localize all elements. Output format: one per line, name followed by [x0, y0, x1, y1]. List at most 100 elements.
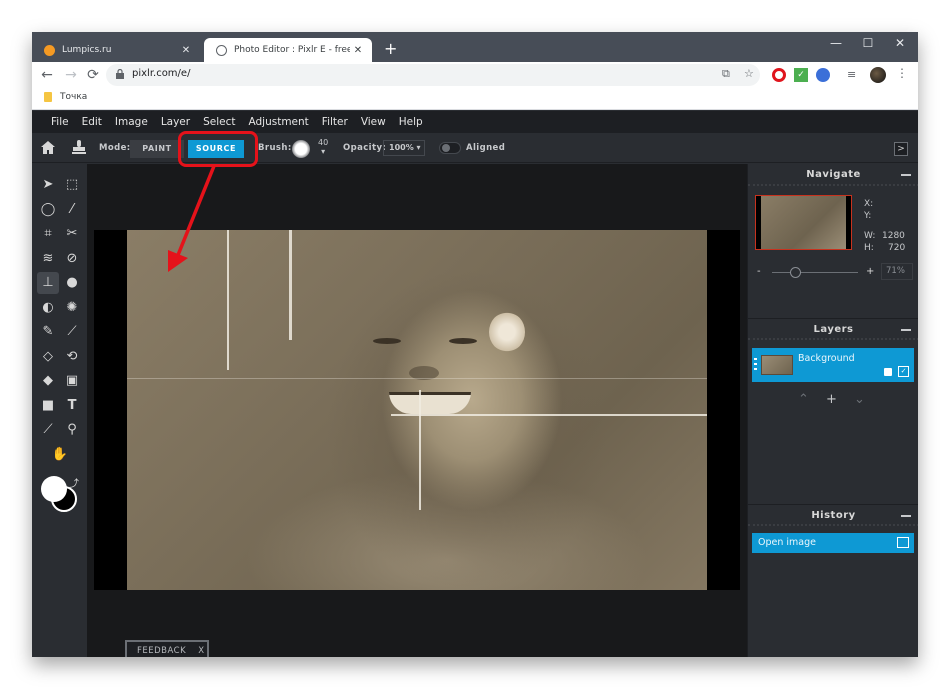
sponge-icon[interactable]: ✺ [61, 297, 83, 319]
replace-color-icon[interactable]: ⟲ [61, 346, 83, 368]
opera-extension-icon[interactable] [772, 68, 786, 82]
pen-icon[interactable]: ✎ [37, 321, 59, 343]
home-icon[interactable] [41, 141, 55, 154]
menu-filter[interactable]: Filter [322, 116, 348, 128]
bookmark-star-icon[interactable]: ☆ [744, 67, 754, 80]
brush-icon[interactable]: ⟋ [61, 321, 83, 343]
navigator-thumbnail[interactable] [755, 195, 852, 250]
move-layer-up-icon[interactable]: ⌃ [798, 392, 809, 407]
url-text[interactable]: pixlr.com/e/ [132, 68, 190, 79]
history-item[interactable]: Open image [752, 533, 914, 553]
swap-colors-icon[interactable]: ⤴ [69, 475, 79, 490]
zoom-slider[interactable] [772, 272, 858, 273]
chevron-down-icon: ▾ [416, 143, 421, 152]
scratch [227, 230, 229, 370]
menu-help[interactable]: Help [399, 116, 423, 128]
history-title: History [811, 510, 856, 521]
collapse-icon[interactable] [901, 174, 911, 176]
navigate-panel-header: Navigate [748, 164, 918, 186]
zoom-in-button[interactable]: + [866, 266, 874, 277]
tab-pixlr[interactable]: Photo Editor : Pixlr E - free image ✕ [204, 38, 372, 62]
brush-size-control[interactable]: 40 ▾ [318, 138, 328, 156]
crop-icon[interactable]: ⌗ [37, 223, 59, 245]
feedback-button[interactable]: FEEDBACK X [125, 640, 209, 657]
blur-icon[interactable]: ● [61, 272, 83, 294]
dodge-burn-icon[interactable]: ◐ [37, 297, 59, 319]
hand-icon[interactable]: ✋ [49, 444, 71, 466]
menu-edit[interactable]: Edit [82, 116, 102, 128]
lock-icon[interactable] [884, 368, 892, 376]
back-button[interactable]: ← [38, 66, 56, 84]
eraser-icon[interactable]: ◇ [37, 346, 59, 368]
address-bar[interactable]: pixlr.com/e/ ⧉ ☆ [106, 64, 760, 86]
cut-icon[interactable]: ✂ [61, 223, 83, 245]
clone-stamp-icon[interactable]: ⊥ [37, 272, 59, 294]
menu-layer[interactable]: Layer [161, 116, 190, 128]
tab-lumpics[interactable]: Lumpics.ru ✕ [32, 38, 200, 62]
scratch [289, 230, 292, 340]
add-layer-icon[interactable]: + [826, 392, 837, 407]
vpn-extension-icon[interactable] [816, 68, 830, 82]
menu-image[interactable]: Image [115, 116, 148, 128]
zoom-slider-handle[interactable] [790, 267, 801, 278]
media-control-icon[interactable]: ≡ [847, 68, 861, 82]
menu-select[interactable]: Select [203, 116, 235, 128]
image-canvas[interactable] [127, 230, 707, 590]
feedback-label: FEEDBACK [137, 646, 187, 656]
lock-icon [116, 69, 124, 79]
visibility-checkbox-icon[interactable]: ✓ [898, 366, 909, 377]
eyedropper-icon[interactable]: ⟋ [37, 419, 59, 441]
fill-icon[interactable]: ◆ [37, 370, 59, 392]
checkmark-extension-icon[interactable]: ✓ [794, 68, 808, 82]
menu-file[interactable]: File [51, 116, 69, 128]
heal-icon[interactable]: ⊘ [61, 248, 83, 270]
drag-handle-icon[interactable] [754, 358, 757, 372]
menu-view[interactable]: View [361, 116, 386, 128]
wand-icon[interactable]: ⁄ [61, 199, 83, 221]
browser-menu-icon[interactable]: ⋮ [896, 66, 910, 80]
opacity-select[interactable]: 100% ▾ [383, 140, 425, 156]
collapse-icon[interactable] [901, 515, 911, 517]
zoom-input[interactable]: 71% [881, 263, 913, 280]
translate-icon[interactable]: ⧉ [722, 67, 730, 81]
move-layer-down-icon[interactable]: ⌄ [854, 392, 865, 407]
arrange-icon[interactable]: ➤ [37, 174, 59, 196]
zoom-out-button[interactable]: - [757, 266, 761, 277]
bookmarks-bar: Точка [32, 88, 918, 110]
paint-mode-button[interactable]: PAINT [130, 140, 184, 158]
bookmark-tochka[interactable]: Точка [44, 92, 87, 102]
browser-toolbar: ← → ⟳ pixlr.com/e/ ⧉ ☆ ✓ ≡ ⋮ [32, 62, 918, 88]
text-icon[interactable]: T [61, 395, 83, 417]
forward-button[interactable]: → [62, 66, 80, 84]
canvas-workspace[interactable]: FEEDBACK X [87, 164, 747, 657]
minimize-button[interactable]: — [826, 36, 846, 50]
bookmark-label: Точка [60, 92, 88, 102]
reload-button[interactable]: ⟳ [84, 66, 102, 84]
marquee-icon[interactable]: ⬚ [61, 174, 83, 196]
zoom-icon[interactable]: ⚲ [61, 419, 83, 441]
lasso-icon[interactable]: ◯ [37, 199, 59, 221]
toggle-panels-button[interactable]: > [894, 142, 908, 156]
gradient-icon[interactable]: ▣ [61, 370, 83, 392]
photo-smile [389, 392, 471, 414]
new-tab-button[interactable]: + [384, 40, 397, 58]
folder-icon [44, 92, 52, 102]
width-value: 1280 [882, 231, 905, 241]
foreground-color-swatch[interactable] [41, 476, 67, 502]
feedback-close-icon[interactable]: X [198, 646, 204, 656]
photo-eye [373, 338, 401, 344]
shape-icon[interactable]: ■ [37, 395, 59, 417]
brush-preview[interactable] [292, 140, 310, 158]
y-readout: Y: [864, 211, 872, 221]
profile-avatar[interactable] [870, 67, 886, 83]
close-window-button[interactable]: ✕ [890, 36, 910, 50]
collapse-icon[interactable] [901, 329, 911, 331]
tab-close-icon[interactable]: ✕ [178, 45, 194, 56]
aligned-toggle[interactable] [439, 142, 461, 154]
liquify-icon[interactable]: ≋ [37, 248, 59, 270]
menu-adjustment[interactable]: Adjustment [249, 116, 309, 128]
chevron-down-icon: ▾ [321, 147, 326, 156]
layer-item[interactable]: Background ✓ [752, 348, 914, 382]
tab-close-icon[interactable]: ✕ [350, 45, 366, 56]
maximize-button[interactable]: ☐ [858, 36, 878, 50]
